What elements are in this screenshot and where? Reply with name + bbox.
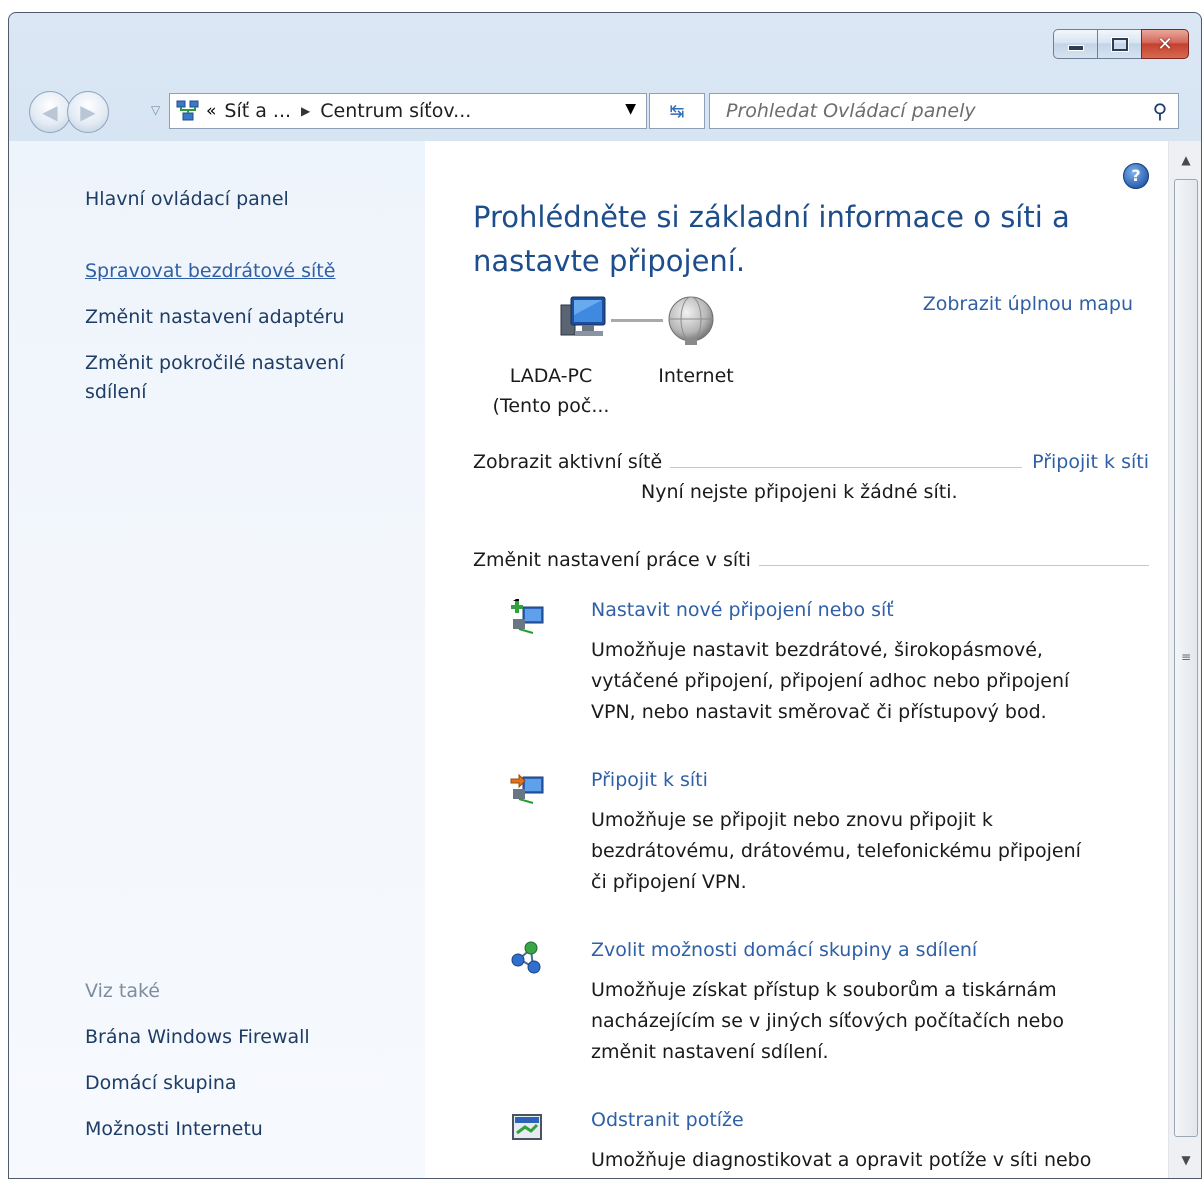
maximize-icon [1111, 37, 1128, 51]
grip-icon: ≡ [1180, 650, 1192, 664]
refresh-icon: ↹ [669, 100, 685, 122]
active-networks-section: Zobrazit aktivní sítě Připojit k síti [473, 451, 1149, 481]
back-arrow-icon: ◀ [42, 100, 58, 124]
forward-arrow-icon: ▶ [80, 100, 96, 124]
task-connect-network-desc: Umožňuje se připojit nebo znovu připojit… [591, 805, 1151, 898]
page-title: Prohlédněte si základní informace o síti… [473, 195, 1073, 283]
internet-label: Internet [658, 365, 734, 387]
task-new-connection-desc: Umožňuje nastavit bezdrátové, širokopásm… [591, 635, 1151, 728]
search-box: ⚲ [709, 93, 1179, 129]
task-new-connection-link[interactable]: Nastavit nové připojení nebo síť [591, 599, 894, 621]
see-also-heading: Viz také [85, 980, 160, 1002]
see-also-internet-options[interactable]: Možnosti Internetu [85, 1115, 263, 1144]
troubleshoot-icon[interactable] [509, 1109, 545, 1145]
no-connection-status: Nyní nejste připojeni k žádné síti. [641, 481, 958, 503]
breadcrumb-separator-icon[interactable]: ▶ [301, 104, 310, 118]
minimize-icon [1067, 45, 1084, 51]
breadcrumb-overflow[interactable]: « [206, 101, 216, 121]
active-networks-heading: Zobrazit aktivní sítě [473, 451, 671, 473]
address-dropdown-icon[interactable]: ▼ [625, 101, 636, 117]
task-desc-line: Umožňuje získat přístup k souborům a tis… [591, 979, 1057, 1001]
pc-label-name: LADA-PC [509, 365, 593, 387]
task-desc-line: změnit nastavení sdílení. [591, 1041, 829, 1063]
task-desc-line: vytáčené připojení, připojení adhoc nebo… [591, 670, 1070, 692]
forward-button[interactable]: ▶ [67, 91, 109, 133]
homegroup-icon[interactable] [509, 939, 545, 975]
navigation-bar: ◀ ▶ ▽ « Síť a ... ▶ Centrum síťov... ▼ ↹… [9, 83, 1201, 135]
task-desc-line: či připojení VPN. [591, 871, 747, 893]
back-button[interactable]: ◀ [29, 91, 71, 133]
change-settings-heading: Změnit nastavení práce v síti [473, 549, 759, 571]
sidebar-item-manage-wireless[interactable]: Spravovat bezdrátové sítě [85, 257, 335, 286]
search-input[interactable] [710, 99, 1142, 123]
refresh-button[interactable]: ↹ [649, 93, 705, 129]
main-content: ? Prohlédněte si základní informace o sí… [425, 141, 1201, 1178]
breadcrumb-network[interactable]: Síť a ... [224, 100, 291, 122]
task-troubleshoot-link[interactable]: Odstranit potíže [591, 1109, 744, 1131]
new-connection-icon[interactable] [509, 597, 545, 635]
scrollbar-thumb[interactable]: ≡ [1174, 179, 1198, 1137]
task-desc-line: nacházejícím se v jiných síťových počíta… [591, 1010, 1065, 1032]
pc-label-this-computer: (Tento poč... [492, 395, 610, 417]
vertical-scrollbar[interactable]: ▲ ≡ ▼ [1168, 141, 1201, 1178]
search-icon[interactable]: ⚲ [1142, 99, 1178, 123]
task-desc-line: VPN, nebo nastavit směrovač či přístupov… [591, 701, 1047, 723]
see-also-homegroup[interactable]: Domácí skupina [85, 1069, 237, 1098]
connection-line [611, 319, 663, 322]
task-desc-line: Umožňuje nastavit bezdrátové, širokopásm… [591, 639, 1043, 661]
network-center-icon [176, 100, 200, 122]
breadcrumb-network-center[interactable]: Centrum síťov... [320, 100, 471, 122]
left-task-pane: Hlavní ovládací panel Spravovat bezdráto… [9, 141, 425, 1178]
sidebar-item-advanced-sharing-cont[interactable]: sdílení [85, 378, 147, 407]
task-desc-line: Umožňuje diagnostikovat a opravit potíže… [591, 1149, 1092, 1171]
recent-pages-dropdown[interactable]: ▽ [151, 103, 160, 117]
close-button[interactable]: ✕ [1141, 29, 1189, 59]
scroll-down-icon[interactable]: ▼ [1169, 1153, 1201, 1167]
see-also-firewall[interactable]: Brána Windows Firewall [85, 1023, 310, 1052]
computer-icon[interactable] [555, 293, 611, 343]
address-bar[interactable]: « Síť a ... ▶ Centrum síťov... ▼ [169, 93, 647, 129]
sidebar-item-advanced-sharing[interactable]: Změnit pokročilé nastavení [85, 349, 344, 378]
scroll-up-icon[interactable]: ▲ [1169, 153, 1201, 167]
minimize-button[interactable] [1053, 29, 1097, 59]
task-desc-line: bezdrátovému, drátovému, telefonickému p… [591, 840, 1081, 862]
close-icon: ✕ [1157, 33, 1173, 55]
page-title-line2: nastavte připojení. [473, 244, 746, 278]
caption-buttons: ✕ [1053, 29, 1189, 59]
pc-label: LADA-PC (Tento poč... [481, 361, 621, 421]
internet-globe-icon[interactable] [663, 293, 719, 349]
task-homegroup-desc: Umožňuje získat přístup k souborům a tis… [591, 975, 1151, 1068]
help-icon[interactable]: ? [1123, 163, 1149, 189]
task-connect-network-link[interactable]: Připojit k síti [591, 769, 708, 791]
network-center-window: ✕ ◀ ▶ ▽ « Síť a ... ▶ Centrum síťov... ▼… [8, 12, 1202, 1179]
maximize-button[interactable] [1097, 29, 1141, 59]
chevron-down-icon: ▽ [151, 103, 161, 117]
full-map-link[interactable]: Zobrazit úplnou mapu [923, 293, 1133, 315]
page-title-line1: Prohlédněte si základní informace o síti… [473, 200, 1070, 234]
change-settings-section: Změnit nastavení práce v síti [473, 549, 1149, 579]
sidebar-item-adapter-settings[interactable]: Změnit nastavení adaptéru [85, 303, 344, 332]
connect-network-icon[interactable] [509, 769, 545, 805]
task-desc-line: Umožňuje se připojit nebo znovu připojit… [591, 809, 993, 831]
task-troubleshoot-desc: Umožňuje diagnostikovat a opravit potíže… [591, 1145, 1151, 1176]
connect-to-network-link[interactable]: Připojit k síti [1022, 451, 1149, 473]
task-homegroup-link[interactable]: Zvolit možnosti domácí skupiny a sdílení [591, 939, 977, 961]
sidebar-home-link[interactable]: Hlavní ovládací panel [85, 185, 289, 214]
